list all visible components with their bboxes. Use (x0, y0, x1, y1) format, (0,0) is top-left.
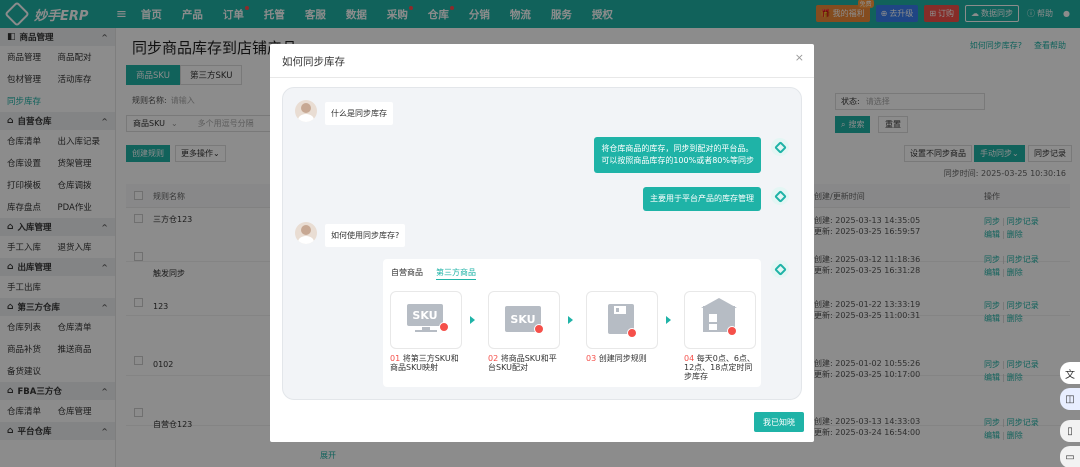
bot-avatar (771, 138, 789, 156)
bot-diamond-icon (773, 262, 787, 276)
step-card (684, 291, 756, 349)
step-card: SKU (390, 291, 462, 349)
step-text: 将商品SKU和平台SKU配对 (488, 354, 557, 372)
step-caption: 02 将商品SKU和平台SKU配对 (488, 354, 562, 372)
step-number: 01 (390, 354, 401, 363)
avatar (295, 222, 317, 244)
phone-icon[interactable]: ▯ (1060, 420, 1080, 442)
answer-bubble: 主要用于平台产品的库存管理 (643, 187, 761, 211)
step-number: 03 (586, 354, 597, 363)
modal-title: 如何同步库存 (282, 56, 345, 68)
arrow-right-icon (568, 316, 573, 324)
step-number: 04 (684, 354, 695, 363)
bot-diamond-icon (773, 189, 787, 203)
assistant-icon[interactable]: ◫ (1060, 388, 1080, 410)
tablet-icon[interactable]: ▭ (1060, 446, 1080, 467)
avatar (295, 100, 317, 122)
answer-line: 可以按照商品库存的100%或者80%等同步 (601, 156, 754, 165)
sync-badge-icon (727, 326, 737, 336)
answer-line: 将仓库商品的库存，同步到配对的平台品。 (601, 144, 754, 153)
monitor-base-icon (415, 330, 437, 332)
step-caption: 01 将第三方SKU和商品SKU映射 (390, 354, 464, 372)
bot-diamond-icon (773, 140, 787, 154)
close-icon[interactable]: × (795, 51, 804, 64)
arrow-right-icon (470, 316, 475, 324)
tab-own-product[interactable]: 自营商品 (391, 267, 423, 278)
tab-third-party-product[interactable]: 第三方商品 (436, 267, 476, 280)
step-number: 02 (488, 354, 499, 363)
translate-icon[interactable]: 文 (1060, 362, 1080, 384)
step-caption: 03 创建同步规则 (586, 354, 660, 363)
step-caption: 04 每天0点、6点、12点、18点定时同步库存 (684, 354, 758, 381)
link-badge-icon (534, 324, 544, 334)
arrow-right-icon (666, 316, 671, 324)
acknowledge-button[interactable]: 我已知晓 (754, 412, 804, 432)
flow-panel: 自营商品 第三方商品 SKU SKU 01 将第三方SKU和商品SKU映射 02… (383, 259, 761, 387)
plus-badge-icon (627, 328, 637, 338)
red-dot-icon (439, 322, 449, 332)
answer-bubble: 将仓库商品的库存，同步到配对的平台品。 可以按照商品库存的100%或者80%等同… (594, 137, 761, 173)
step-text: 创建同步规则 (598, 354, 647, 363)
question-bubble: 什么是同步库存 (325, 102, 393, 125)
bot-avatar (771, 260, 789, 278)
chat-panel: 什么是同步库存 将仓库商品的库存，同步到配对的平台品。 可以按照商品库存的100… (282, 87, 802, 400)
question-bubble: 如何使用同步库存? (325, 224, 406, 247)
how-to-sync-modal: 如何同步库存 × 什么是同步库存 将仓库商品的库存，同步到配对的平台品。 可以按… (270, 44, 814, 442)
bot-avatar (771, 187, 789, 205)
step-card: SKU (488, 291, 560, 349)
window-icon (709, 314, 717, 322)
step-text: 将第三方SKU和商品SKU映射 (390, 354, 459, 372)
window-icon (709, 324, 717, 330)
divider (270, 77, 814, 78)
step-text: 每天0点、6点、12点、18点定时同步库存 (684, 354, 755, 381)
sku-screen-icon: SKU (407, 304, 443, 326)
step-card (586, 291, 658, 349)
